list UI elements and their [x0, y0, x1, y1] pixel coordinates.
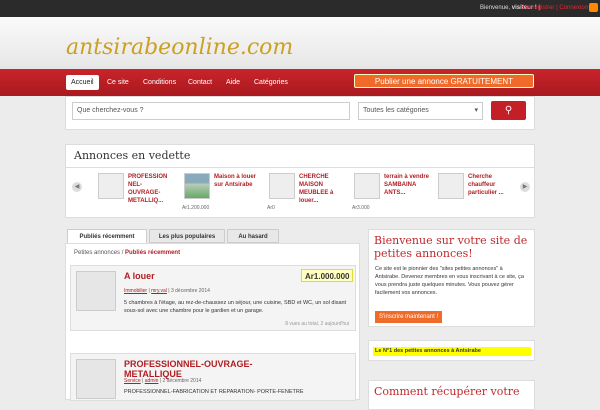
highlight-text: Le N°1 des petites annonces à Antsirabe [373, 347, 531, 356]
listing-description: PROFESSIONNEL-FABRICATION ET REPARATION-… [124, 389, 304, 395]
search-input[interactable]: Que cherchez-vous ? [72, 102, 350, 120]
register-link[interactable]: S'enregistrer [521, 5, 555, 11]
listing-meta: Immobilier | mry.val | 3 décembre 2014 [124, 288, 210, 294]
carousel-next-icon[interactable]: ▶ [520, 182, 530, 192]
thumbnail [98, 173, 124, 199]
nav-ce-site[interactable]: Ce site [102, 75, 134, 90]
category-select[interactable]: Toutes les catégories ▾ [358, 102, 483, 120]
breadcrumb: Petites annonces / Publiés récemment [74, 250, 181, 256]
signup-button[interactable]: S'inscrire maintenant ! [375, 311, 443, 323]
listing-description: 5 chambres à l'étage, au rez-de-chaussez… [124, 300, 347, 314]
site-logo[interactable]: antsirabeonline.com [66, 35, 293, 60]
thumbnail [184, 173, 210, 199]
auth-links: S'enregistrer | Connexion [520, 5, 588, 11]
camera-icon [76, 359, 116, 399]
top-bar: Bienvenue, visiteur ! | S'enregistrer | … [0, 0, 600, 17]
search-icon: ⚲ [504, 105, 513, 116]
highlight-box: Le N°1 des petites annonces à Antsirabe [368, 340, 535, 361]
thumbnail [354, 173, 380, 199]
listing-tabs: Publiés récemment Les plus populaires Au… [65, 229, 360, 243]
featured-ads: Annonces en vedette ◀ PROFESSION NEL-OUV… [65, 144, 535, 218]
listing-item[interactable]: A louer Ar1.000.000 Immobilier | mry.val… [70, 265, 356, 331]
thumbnail [438, 173, 464, 199]
listing-item[interactable]: PROFESSIONNEL-OUVRAGE-METALLIQUE Service… [70, 353, 356, 401]
welcome-box: Bienvenue sur votre site de petites anno… [368, 229, 535, 327]
rss-icon[interactable] [589, 3, 598, 12]
recover-title: Comment récupérer votre [374, 385, 520, 398]
featured-item[interactable]: Maison à louer sur Antsirabe Ar1.200.000 [182, 173, 264, 213]
view-count: 8 vues au total, 2 aujourd'hui [285, 321, 349, 327]
chevron-down-icon: ▾ [474, 107, 478, 114]
featured-item[interactable]: Cherche chauffeur particulier ... [438, 173, 518, 213]
price-tag: Ar1.000.000 [301, 269, 354, 282]
divider [66, 167, 534, 168]
nav-contact[interactable]: Contact [183, 75, 217, 90]
recover-box: Comment récupérer votre [368, 380, 535, 410]
welcome-text: Ce site est le pionnier des "sites petit… [375, 266, 524, 296]
tab-random[interactable]: Au hasard [227, 229, 279, 243]
camera-icon [76, 271, 116, 311]
featured-title: Annonces en vedette [74, 149, 191, 162]
tab-recent[interactable]: Publiés récemment [67, 229, 147, 243]
site-header: antsirabeonline.com [0, 17, 600, 69]
listing-panel: Petites annonces / Publiés récemment A l… [65, 243, 360, 401]
search-button[interactable]: ⚲ [491, 101, 526, 120]
featured-item[interactable]: PROFESSION NEL-OUVRAGE-METALLIQ... [98, 173, 178, 213]
tab-popular[interactable]: Les plus populaires [149, 229, 225, 243]
featured-item[interactable]: CHERCHE MAISON MEUBLEE à louer... Ar0 [267, 173, 349, 213]
nav-accueil[interactable]: Accueil [66, 75, 99, 90]
login-link[interactable]: Connexion [559, 5, 588, 11]
featured-item[interactable]: terrain à vendre SAMBAINA ANTS... Ar3.000 [352, 173, 434, 213]
listing-title[interactable]: A louer [124, 271, 294, 281]
listing-meta: Service | admin | 2 décembre 2014 [124, 378, 202, 384]
main-nav: Accueil Ce site Conditions Contact Aide … [0, 69, 600, 96]
carousel-prev-icon[interactable]: ◀ [72, 182, 82, 192]
search-bar: Que cherchez-vous ? Toutes les catégorie… [65, 96, 535, 130]
nav-aide[interactable]: Aide [221, 75, 245, 90]
nav-categories[interactable]: Catégories [249, 75, 293, 90]
breadcrumb-home[interactable]: Petites annonces [74, 250, 120, 256]
listing-title[interactable]: PROFESSIONNEL-OUVRAGE-METALLIQUE [124, 359, 294, 379]
publish-ad-button[interactable]: Publier une annonce GRATUITEMENT [354, 74, 534, 88]
nav-conditions[interactable]: Conditions [138, 75, 181, 90]
thumbnail [269, 173, 295, 199]
welcome-title: Bienvenue sur votre site de petites anno… [374, 234, 528, 260]
